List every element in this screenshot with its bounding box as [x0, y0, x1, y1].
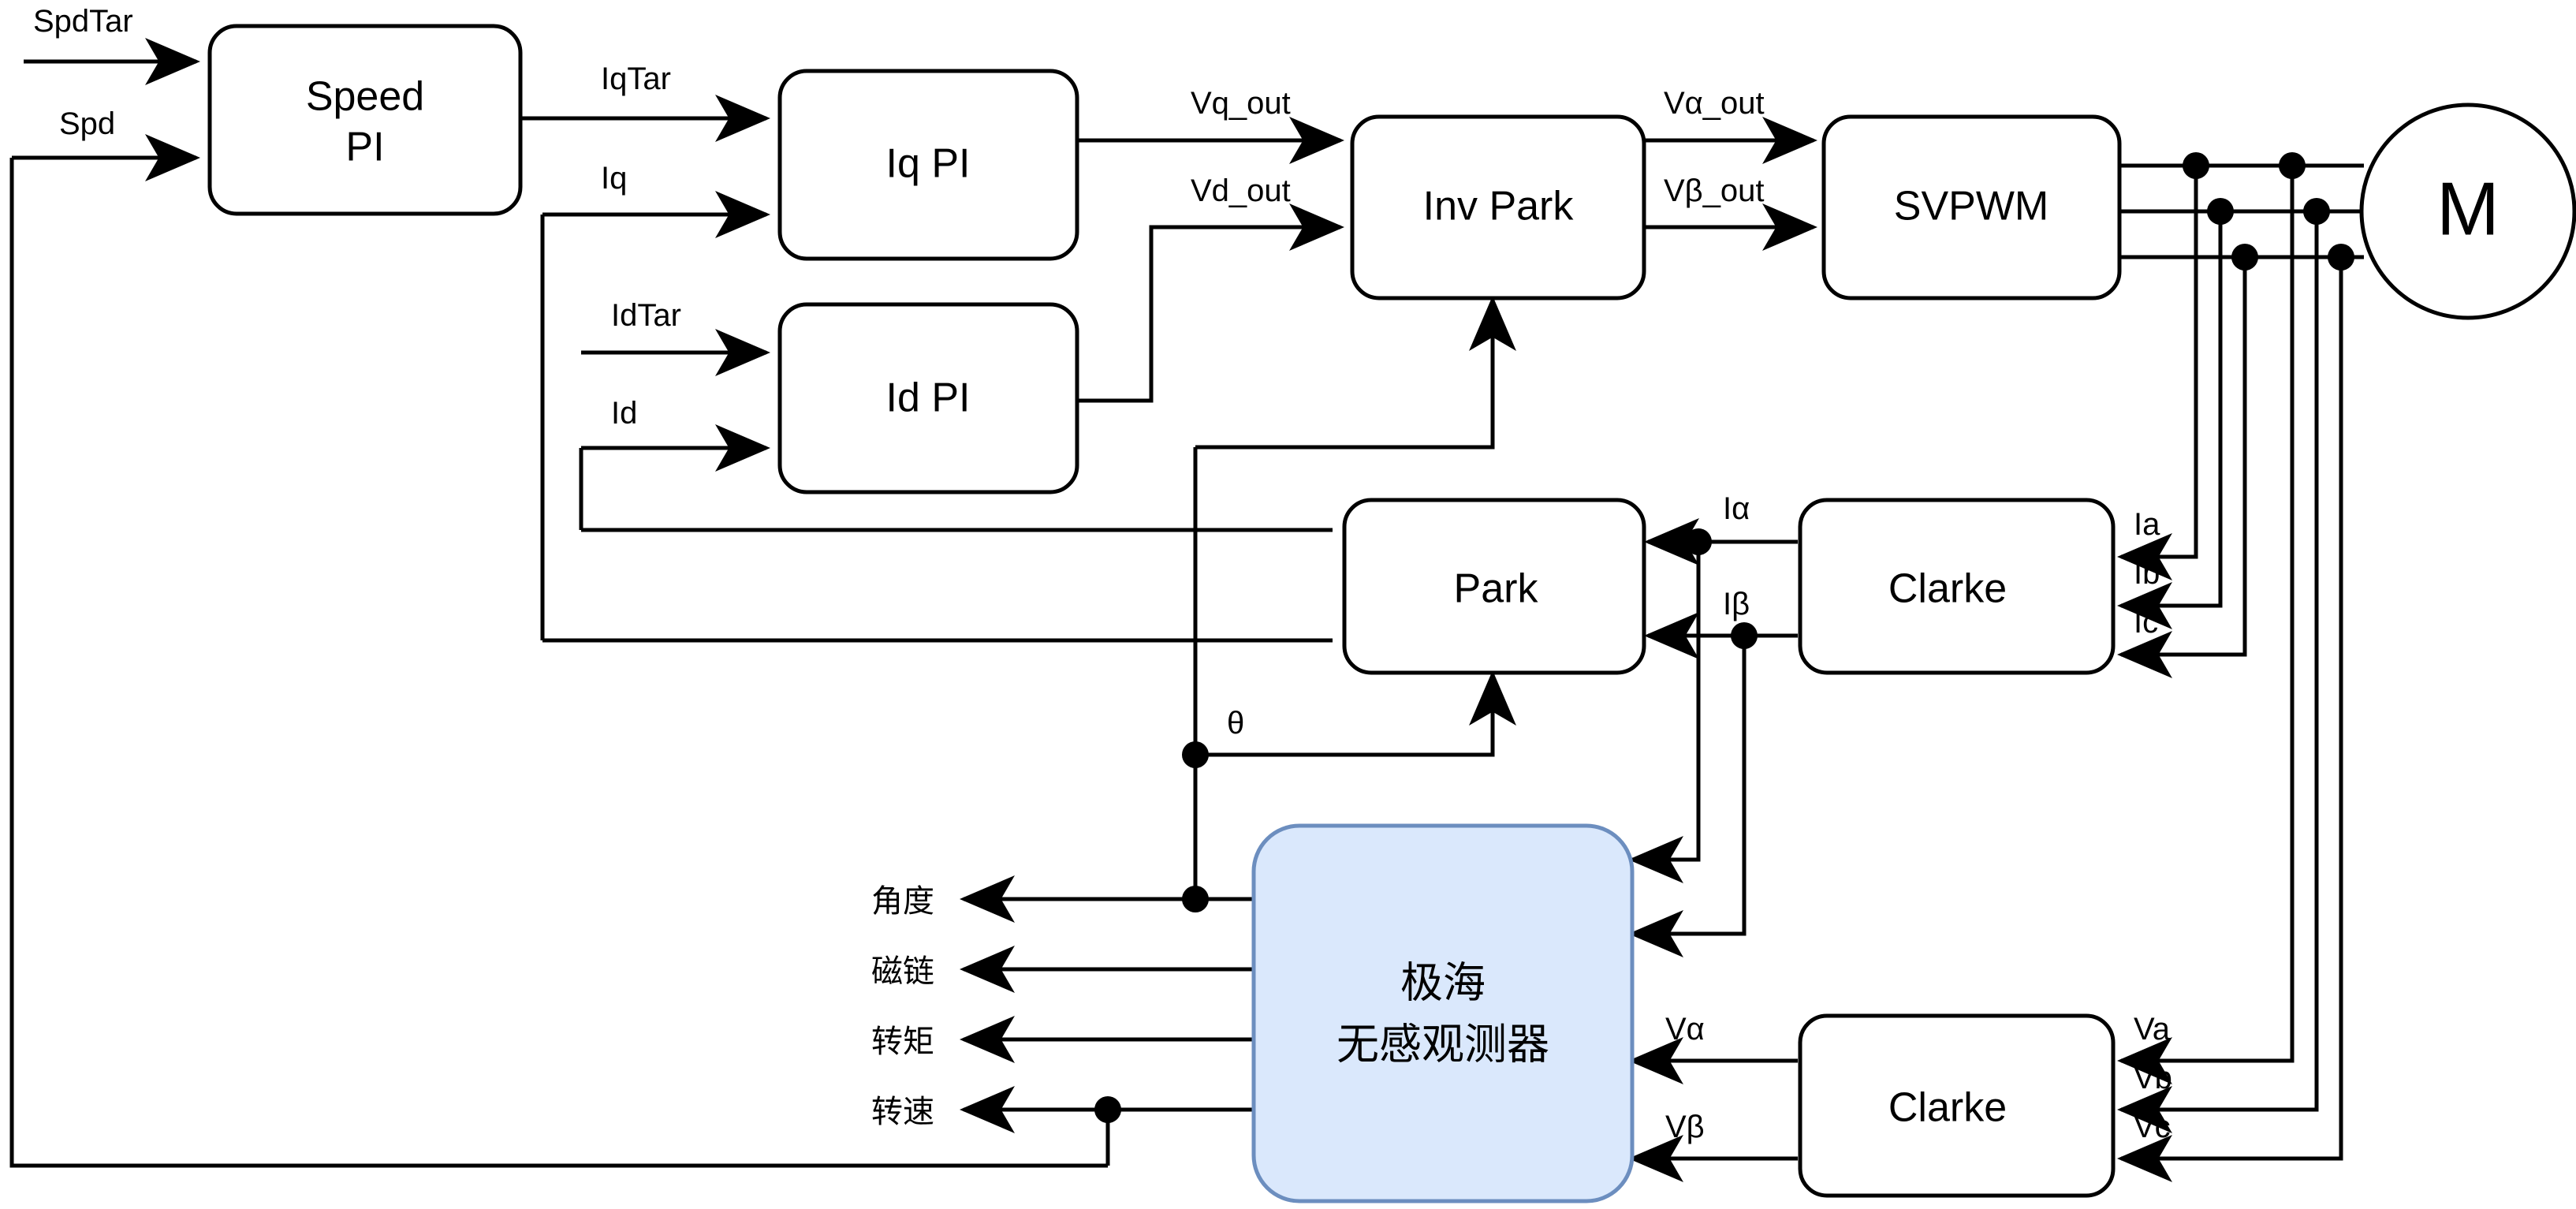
label-vbeta: Vβ	[1665, 1110, 1705, 1144]
block-iq-pi[interactable]: Iq PI	[777, 69, 1079, 261]
block-speed-pi-label-line1: Speed	[306, 74, 424, 120]
label-idtar: IdTar	[611, 298, 681, 333]
label-output-torque: 转矩	[871, 1024, 934, 1060]
block-speed-pi[interactable]: Speed PI	[207, 24, 523, 216]
junction-dot-phase-c-vc	[2328, 244, 2354, 271]
label-spdtar: SpdTar	[33, 4, 133, 39]
block-clarke-voltage[interactable]: Clarke	[1798, 1013, 2116, 1198]
junction-dot-phase-a-ia	[2183, 152, 2209, 179]
junction-dot-phase-a-va	[2279, 152, 2306, 179]
junction-dot-ialpha	[1685, 528, 1712, 555]
block-observer-label-line1: 极海	[1400, 958, 1486, 1008]
block-observer-label-line2: 无感观测器	[1336, 1020, 1549, 1069]
junction-dot-speed	[1094, 1096, 1121, 1123]
block-id-pi-label: Id PI	[886, 375, 971, 421]
label-spd: Spd	[59, 106, 115, 141]
junction-dot-phase-b-vb	[2303, 198, 2330, 225]
label-id: Id	[611, 396, 637, 431]
block-clarke-voltage-label: Clarke	[1888, 1085, 2007, 1131]
label-valpha-out: Vα_out	[1664, 86, 1765, 121]
block-iq-pi-label: Iq PI	[886, 141, 971, 187]
label-ic: Ic	[2134, 605, 2158, 640]
block-motor-label: M	[2436, 166, 2500, 251]
block-clarke-current-label: Clarke	[1888, 566, 2007, 612]
label-iq: Iq	[601, 161, 627, 196]
label-ialpha: Iα	[1723, 491, 1750, 526]
junction-dot-ibeta	[1731, 622, 1758, 649]
label-ibeta: Iβ	[1723, 587, 1750, 621]
block-inv-park[interactable]: Inv Park	[1350, 114, 1646, 300]
label-ia: Ia	[2134, 507, 2160, 542]
label-va: Va	[2134, 1012, 2171, 1047]
label-theta: θ	[1227, 706, 1244, 741]
block-inv-park-label: Inv Park	[1423, 184, 1575, 229]
label-vbeta-out: Vβ_out	[1664, 174, 1765, 208]
label-vc: Vc	[2134, 1110, 2171, 1144]
label-vb: Vb	[2134, 1061, 2172, 1095]
junction-dot-angle	[1182, 886, 1209, 912]
junction-dot-phase-c-ic	[2231, 244, 2258, 271]
block-observer-shape[interactable]	[1251, 823, 1635, 1203]
label-iqtar: IqTar	[601, 62, 671, 96]
block-speed-pi-shape[interactable]	[207, 24, 523, 216]
label-vd-out: Vd_out	[1191, 174, 1291, 208]
block-park-label: Park	[1454, 566, 1539, 612]
block-svpwm-label: SVPWM	[1894, 184, 2048, 229]
block-clarke-current[interactable]: Clarke	[1798, 498, 2116, 675]
block-svpwm[interactable]: SVPWM	[1821, 114, 2122, 300]
block-motor[interactable]: M	[2359, 103, 2576, 320]
label-valpha: Vα	[1665, 1012, 1705, 1047]
foc-block-diagram: Speed PI Iq PI Id PI Inv Park SVPWM M Pa…	[0, 0, 2576, 1209]
block-speed-pi-label-line2: PI	[345, 125, 384, 170]
junction-dot-theta	[1182, 741, 1209, 768]
block-park[interactable]: Park	[1342, 498, 1646, 675]
label-output-angle: 角度	[871, 883, 934, 920]
label-ib: Ib	[2134, 556, 2160, 591]
label-output-flux: 磁链	[871, 953, 934, 990]
label-output-speed: 转速	[871, 1094, 934, 1130]
block-observer[interactable]: 极海 无感观测器	[1251, 823, 1635, 1203]
junction-dot-phase-b-ib	[2207, 198, 2234, 225]
block-id-pi[interactable]: Id PI	[777, 302, 1079, 494]
label-vq-out: Vq_out	[1191, 86, 1291, 121]
